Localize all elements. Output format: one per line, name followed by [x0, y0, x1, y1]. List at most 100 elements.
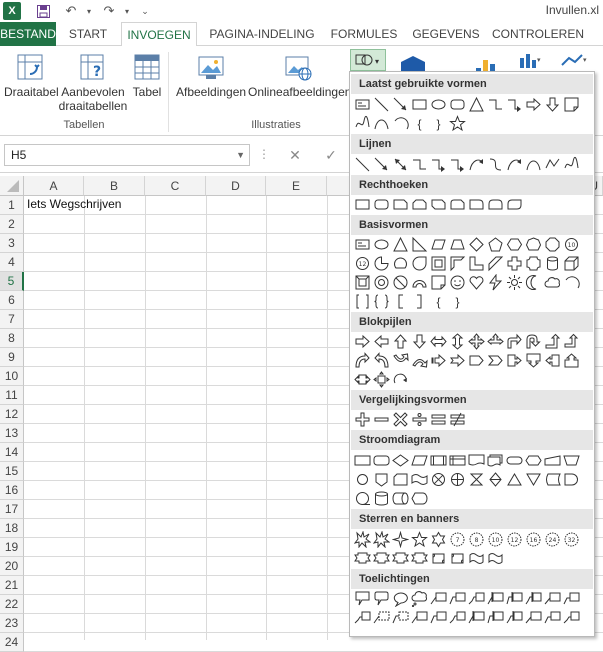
shape-cOval-icon[interactable]: [392, 590, 409, 607]
shape-brace-icon[interactable]: }: [430, 115, 447, 132]
shape-cLine2-icon[interactable]: [449, 590, 466, 607]
shape-bent-icon[interactable]: [506, 333, 523, 350]
shape-can-icon[interactable]: [544, 255, 561, 272]
shape-fSeqAccess-icon[interactable]: [354, 490, 371, 507]
undo-dropdown-icon[interactable]: ▾: [80, 2, 98, 20]
shape-curveR-icon[interactable]: [354, 352, 371, 369]
shape-curve-icon[interactable]: [373, 115, 390, 132]
shape-arUD-icon[interactable]: [449, 333, 466, 350]
shape-seal-icon[interactable]: 8: [468, 531, 485, 548]
column-header-a[interactable]: A: [24, 176, 84, 196]
column-header-c[interactable]: C: [145, 176, 206, 196]
shape-wave-icon[interactable]: [468, 550, 485, 567]
shape-scroll-icon[interactable]: [449, 550, 466, 567]
column-chart-icon[interactable]: ▾: [518, 52, 542, 68]
redo-dropdown-icon[interactable]: ▾: [118, 2, 136, 20]
shape-scribble-icon[interactable]: [563, 156, 580, 173]
shape-fTape-icon[interactable]: [411, 471, 428, 488]
row-header-11[interactable]: 11: [0, 386, 24, 405]
shape-fAlt-icon[interactable]: [373, 452, 390, 469]
shape-fSum-icon[interactable]: [430, 471, 447, 488]
line-chart-icon[interactable]: ▾: [560, 52, 590, 68]
tab-review[interactable]: CONTROLEREN: [490, 22, 586, 46]
shape-chord-icon[interactable]: [392, 255, 409, 272]
shape-tri-icon[interactable]: [468, 96, 485, 113]
shape-snip2-icon[interactable]: [411, 196, 428, 213]
tab-page-layout[interactable]: PAGINA-INDELING: [204, 22, 320, 46]
shape-curvearrow-icon[interactable]: [468, 156, 485, 173]
row-header-2[interactable]: 2: [0, 215, 24, 234]
chevron-down-icon[interactable]: ▼: [236, 145, 245, 165]
shape-dblarrow-icon[interactable]: [392, 156, 409, 173]
shape-ar4-icon[interactable]: [468, 333, 485, 350]
row-header-21[interactable]: 21: [0, 576, 24, 595]
shape-cLine1-icon[interactable]: [430, 590, 447, 607]
row-header-9[interactable]: 9: [0, 348, 24, 367]
shape-pentarrow-icon[interactable]: [468, 352, 485, 369]
shape-nosym-icon[interactable]: [392, 274, 409, 291]
shapes-button[interactable]: ▾: [350, 49, 386, 71]
tab-formulas[interactable]: FORMULES: [326, 22, 402, 46]
shape-ribbon-icon[interactable]: [392, 550, 409, 567]
shape-arLR-icon[interactable]: [430, 333, 447, 350]
shape-callD-icon[interactable]: [525, 352, 542, 369]
shape-ribbon-icon[interactable]: [373, 550, 390, 567]
shape-hept-icon[interactable]: [525, 236, 542, 253]
shape-smiley-icon[interactable]: [449, 274, 466, 291]
row-header-18[interactable]: 18: [0, 519, 24, 538]
shape-cBorder3-icon[interactable]: [563, 609, 580, 626]
shape-cBorder2-icon[interactable]: [544, 609, 561, 626]
shape-bevel-icon[interactable]: [354, 274, 371, 291]
shape-fCollate-icon[interactable]: [468, 471, 485, 488]
shape-fMultiDoc-icon[interactable]: [487, 452, 504, 469]
row-header-15[interactable]: 15: [0, 462, 24, 481]
save-icon[interactable]: [34, 2, 52, 20]
shape-cross-icon[interactable]: [506, 255, 523, 272]
shape-star6-icon[interactable]: [430, 531, 447, 548]
shape-lup-icon[interactable]: [544, 333, 561, 350]
pictures-button[interactable]: Afbeeldingen: [176, 52, 246, 99]
shape-round1-icon[interactable]: [468, 196, 485, 213]
shape-fDelay-icon[interactable]: [563, 471, 580, 488]
shape-snipd-icon[interactable]: [430, 196, 447, 213]
shape-curve-icon[interactable]: [525, 156, 542, 173]
shape-cBorder-icon[interactable]: [525, 609, 542, 626]
row-header-16[interactable]: 16: [0, 481, 24, 500]
shape-ar3-icon[interactable]: [487, 333, 504, 350]
shape-cube-icon[interactable]: [563, 255, 580, 272]
shape-textbox-icon[interactable]: [354, 236, 371, 253]
shape-arR-icon[interactable]: [354, 333, 371, 350]
shape-callLR-icon[interactable]: [354, 371, 371, 388]
shape-arc-icon[interactable]: [392, 115, 409, 132]
shape-call4-icon[interactable]: [373, 371, 390, 388]
shape-fData-icon[interactable]: [411, 452, 428, 469]
shape-cDash-icon[interactable]: [373, 609, 390, 626]
tab-insert[interactable]: INVOEGEN: [121, 22, 197, 47]
shape-heart-icon[interactable]: [468, 274, 485, 291]
shape-cDash2-icon[interactable]: [392, 609, 409, 626]
shape-star5-icon[interactable]: [411, 531, 428, 548]
shape-fProcess-icon[interactable]: [354, 452, 371, 469]
shape-fMerge-icon[interactable]: [525, 471, 542, 488]
shape-bracepair-icon[interactable]: [373, 293, 390, 310]
shape-fExtract-icon[interactable]: [506, 471, 523, 488]
shape-striped-icon[interactable]: [430, 352, 447, 369]
shape-fManInput-icon[interactable]: [544, 452, 561, 469]
shape-oct-icon[interactable]: [544, 236, 561, 253]
shape-arU-icon[interactable]: [392, 333, 409, 350]
shape-notched-icon[interactable]: [449, 352, 466, 369]
shape-star4-icon[interactable]: [392, 531, 409, 548]
shape-fold-icon[interactable]: [563, 96, 580, 113]
cell-a1[interactable]: Iets Wegschrijven: [27, 197, 121, 211]
cancel-entry-button[interactable]: ✕: [278, 144, 312, 166]
shape-fPrep-icon[interactable]: [525, 452, 542, 469]
shape-brace-icon[interactable]: }: [449, 293, 466, 310]
shape-cAccent2-icon[interactable]: [506, 590, 523, 607]
shape-curveU-icon[interactable]: [392, 352, 409, 369]
column-header-e[interactable]: E: [266, 176, 327, 196]
shape-fDirect-icon[interactable]: [392, 490, 409, 507]
shape-cAccent1-icon[interactable]: [487, 590, 504, 607]
shape-plus-icon[interactable]: [354, 411, 371, 428]
tab-data[interactable]: GEGEVENS: [408, 22, 484, 46]
shape-blockarc-icon[interactable]: [411, 274, 428, 291]
